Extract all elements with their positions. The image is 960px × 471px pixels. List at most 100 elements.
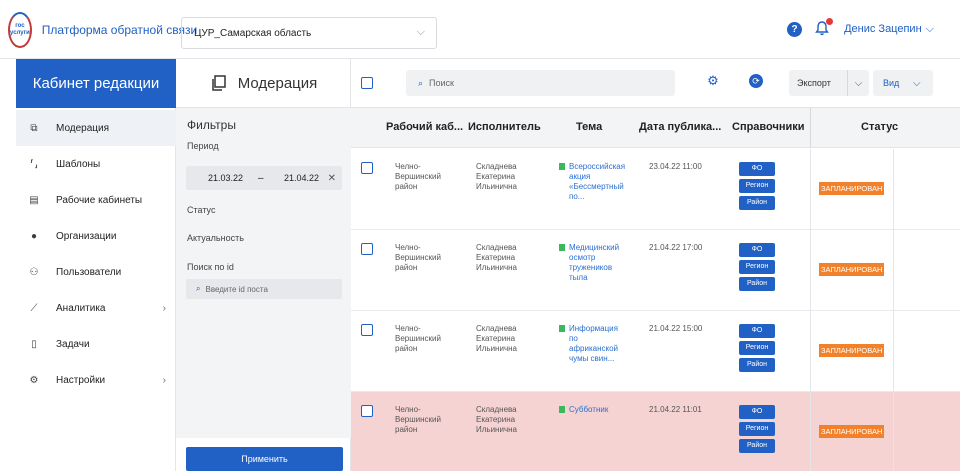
topic-line: Информация (569, 324, 618, 333)
search-input[interactable]: ⌕ Поиск (406, 70, 675, 96)
reference-tag[interactable]: Регион (739, 422, 775, 436)
sidebar-item-moderation[interactable]: ⧉ Модерация (16, 110, 176, 146)
table-row[interactable]: Челно- Вершинский район Складнева Екатерина И… (351, 149, 960, 230)
refresh-icon[interactable]: ⟳ (749, 74, 763, 88)
reference-tag[interactable]: Район (739, 277, 775, 291)
sidebar-item-users[interactable]: ⚇ Пользователи (16, 254, 176, 290)
gosuslugi-logo-icon: гос услуги (8, 12, 32, 48)
location-pin-icon: ● (30, 230, 38, 242)
section-title-text: Модерация (237, 74, 318, 92)
topic-flag-icon (559, 244, 565, 251)
row-checkbox[interactable] (361, 405, 373, 417)
view-button[interactable]: Вид ⌵ (873, 70, 933, 96)
sidebar-item-label: Настройки (56, 374, 106, 386)
topic-flag-icon (559, 163, 565, 170)
export-button[interactable]: Экспорт ⌵ (789, 70, 869, 96)
users-icon: ⚇ (29, 266, 39, 278)
user-menu[interactable]: Денис Зацепин ⌵ (844, 23, 934, 36)
topic-flag-icon (559, 325, 565, 332)
apply-button[interactable]: Применить (186, 447, 343, 471)
topic-text: Субботник (569, 405, 608, 415)
reference-tag[interactable]: Регион (739, 179, 775, 193)
date-cell: 21.04.22 17:00 (649, 243, 703, 252)
column-header-date[interactable]: Дата публика... (639, 121, 721, 133)
executor-cell-line: Екатерина (476, 253, 516, 262)
notification-bell-icon[interactable] (814, 18, 834, 38)
column-divider (893, 311, 894, 392)
chevron-down-icon: ⌵ (925, 22, 934, 35)
sidebar-item-label: Задачи (56, 338, 90, 350)
sidebar-item-analytics[interactable]: ⟋ Аналитика › (16, 290, 176, 326)
sidebar-item-templates[interactable]: ⸢⸥ Шаблоны (16, 146, 176, 182)
reference-tag[interactable]: ФО (739, 405, 775, 419)
reference-tag[interactable]: Район (739, 358, 775, 372)
column-divider (810, 392, 811, 471)
table-row[interactable]: Челно- Вершинский район Складнева Екатерина И… (351, 392, 960, 471)
topic-line: чумы свин... (569, 354, 615, 363)
reference-tag[interactable]: ФО (739, 324, 775, 338)
topic-cell[interactable]: Всероссийская акция «Бессмертный по... (559, 162, 639, 202)
view-label: Вид (883, 78, 900, 88)
column-header-status[interactable]: Статус (861, 121, 898, 133)
user-area: ? Денис Зацепин ⌵ (787, 18, 934, 38)
clear-date-icon[interactable]: ✕ (328, 173, 336, 184)
topic-cell[interactable]: Субботник (559, 405, 639, 415)
filters-heading: Фильтры (187, 118, 236, 132)
logo[interactable]: гос услуги Платформа обратной связи (8, 6, 197, 54)
cabinet-cell-line: Вершинский (395, 415, 441, 424)
cabinet-cell-line: Вершинский (395, 334, 441, 343)
sidebar-item-cabinets[interactable]: ▤ Рабочие кабинеты (16, 182, 176, 218)
id-search-input[interactable]: ⌕ Введите id поста (186, 279, 342, 299)
select-all-checkbox[interactable] (361, 77, 373, 89)
reference-tag[interactable]: Регион (739, 260, 775, 274)
settings-icon[interactable]: ⚙ (706, 74, 720, 88)
row-checkbox[interactable] (361, 324, 373, 336)
sidebar-item-settings[interactable]: ⚙ Настройки › (16, 362, 176, 398)
column-header-cabinet[interactable]: Рабочий каб... (386, 121, 463, 133)
region-select[interactable]: ЦУР_Самарская область ⌵ (181, 17, 437, 49)
table-row[interactable]: Челно- Вершинский район Складнева Екатерина И… (351, 230, 960, 311)
table-row[interactable]: Челно- Вершинский район Складнева Екатерина И… (351, 311, 960, 392)
status-filter[interactable]: Статус (187, 205, 215, 215)
chevron-down-icon[interactable]: ⌵ (848, 78, 869, 89)
topic-text: Медицинский осмотр тружеников тыла (569, 243, 619, 283)
cabinet-cell: Челно- Вершинский район (395, 243, 465, 273)
row-checkbox[interactable] (361, 243, 373, 255)
row-checkbox[interactable] (361, 162, 373, 174)
logo-text-line1: гос (15, 23, 25, 29)
reference-tag[interactable]: ФО (739, 162, 775, 176)
table-toolbar: ⌕ Поиск ⚙ ⟳ Экспорт ⌵ Вид ⌵ (351, 59, 960, 108)
executor-cell-line: Ильинична (476, 263, 517, 272)
search-placeholder: Поиск (429, 78, 454, 88)
sidebar-item-organizations[interactable]: ● Организации (16, 218, 176, 254)
topic-cell[interactable]: Медицинский осмотр тружеников тыла (559, 243, 639, 283)
executor-cell: Складнева Екатерина Ильинична (476, 405, 546, 435)
reference-tag[interactable]: Регион (739, 341, 775, 355)
executor-cell-line: Ильинична (476, 344, 517, 353)
column-header-references[interactable]: Справочники (732, 121, 805, 133)
cabinet-cell: Челно- Вершинский район (395, 324, 465, 354)
cabinet-cell-line: Вершинский (395, 253, 441, 262)
reference-tag[interactable]: Район (739, 196, 775, 210)
topic-line: Медицинский (569, 243, 620, 252)
reference-tag[interactable]: Район (739, 439, 775, 453)
column-divider (810, 108, 811, 148)
cabinet-cell-line: Челно- (395, 324, 421, 333)
sidebar-title: Кабинет редакции (16, 59, 176, 108)
column-header-executor[interactable]: Исполнитель (468, 121, 541, 133)
sidebar-item-tasks[interactable]: ▯ Задачи (16, 326, 176, 362)
topic-line: акция (569, 172, 591, 181)
reference-tag[interactable]: ФО (739, 243, 775, 257)
executor-cell: Складнева Екатерина Ильинична (476, 324, 546, 354)
column-header-topic[interactable]: Тема (576, 121, 602, 133)
relevance-filter[interactable]: Актуальность (187, 233, 244, 243)
topic-cell[interactable]: Информация по африканской чумы свин... (559, 324, 639, 364)
date-cell: 21.04.22 15:00 (649, 324, 703, 333)
region-select-value: ЦУР_Самарская область (194, 27, 312, 39)
column-divider (893, 230, 894, 311)
logo-text-line2: услуги (10, 30, 30, 36)
period-range-input[interactable]: 21.03.22 – 21.04.22 ✕ (186, 166, 342, 190)
topic-flag-icon (559, 406, 565, 413)
help-icon[interactable]: ? (787, 21, 803, 37)
executor-cell-line: Ильинична (476, 182, 517, 191)
